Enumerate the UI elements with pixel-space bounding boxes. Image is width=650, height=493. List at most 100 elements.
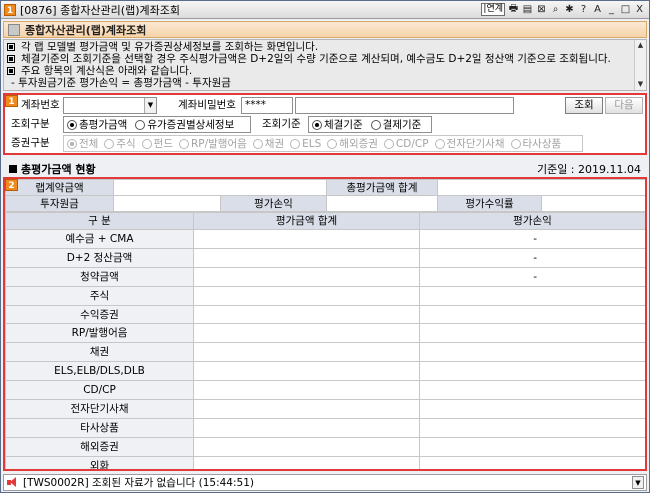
radio-selected-icon[interactable] [67, 138, 77, 149]
basis-settle[interactable]: 결제기준 [370, 117, 421, 132]
info-line: 각 랩 모델별 평가금액 및 유가증권상세정보를 조회하는 화면입니다. [7, 41, 646, 53]
row-pl [419, 285, 645, 306]
basis-radio-group: 체결기준 결제기준 [308, 116, 432, 133]
account-input[interactable]: ▼ [63, 97, 157, 114]
table-row[interactable]: CD/CP [5, 380, 645, 401]
total-eval-sum-label: 총평가금액 합계 [326, 179, 438, 196]
radio-icon[interactable] [383, 138, 394, 149]
screen-icon[interactable]: ⊠ [536, 4, 547, 15]
view-type-detail[interactable]: 유가증권별상세정보 [135, 117, 234, 132]
column-header-pl: 평가손익 [419, 212, 645, 230]
row-pl [419, 436, 645, 457]
row-label: 타사상품 [5, 417, 194, 438]
radio-icon[interactable] [370, 119, 381, 130]
security-type-other[interactable]: 타사상품 [510, 136, 561, 151]
security-type-bond[interactable]: 채권 [252, 136, 284, 151]
save-icon[interactable]: ▤ [522, 4, 533, 15]
security-type-all[interactable]: 전체 [67, 136, 98, 151]
security-type-foreign[interactable]: 해외증권 [327, 136, 378, 151]
security-type-cdcp[interactable]: CD/CP [383, 138, 429, 150]
row-label: 주식 [5, 285, 194, 306]
row-label: 청약금액 [5, 266, 194, 287]
radio-icon[interactable] [141, 138, 152, 149]
asset-grid: 구 분 평가금액 합계 평가손익 예수금 + CMA - D+2 정산금액 - 청약금액… [5, 212, 645, 469]
table-row[interactable]: 채권 [5, 342, 645, 363]
row-label: 외화 [5, 455, 194, 469]
row-amount [193, 304, 420, 325]
radio-icon[interactable] [327, 138, 338, 149]
search-icon[interactable]: ⌕ [550, 4, 561, 15]
next-button[interactable]: 다음 [605, 97, 643, 114]
table-row[interactable]: RP/발행어음 [5, 323, 645, 344]
chevron-down-icon[interactable]: ▼ [632, 476, 644, 489]
table-row[interactable]: 외화 [5, 455, 645, 469]
row-pl [419, 380, 645, 401]
close-icon[interactable]: X [634, 4, 645, 15]
table-row[interactable]: 수익증권 [5, 304, 645, 325]
view-type-total[interactable]: 총평가금액 [67, 117, 127, 132]
row-amount [193, 455, 420, 469]
section-badge: 2 [5, 179, 18, 191]
status-message: [TWS0002R] 조회된 자료가 없습니다 (15:44:51) [23, 477, 254, 489]
security-type-fund[interactable]: 펀드 [141, 136, 173, 151]
row-amount [193, 417, 420, 438]
radio-selected-icon[interactable] [312, 119, 322, 130]
security-type-rp[interactable]: RP/발행어음 [178, 136, 247, 151]
radio-icon[interactable] [135, 119, 146, 130]
grid-header-row: 구 분 평가금액 합계 평가손익 [5, 212, 645, 230]
bullet-icon [7, 55, 15, 63]
screen-number-badge: 1 [4, 3, 16, 16]
security-type-els[interactable]: ELS [290, 138, 321, 150]
pin-icon[interactable]: ✱ [564, 4, 575, 15]
radio-icon[interactable] [434, 138, 445, 149]
basis-label: 조회기준 [262, 118, 301, 130]
scroll-up-icon[interactable]: ▲ [635, 40, 646, 51]
screen-header: 종합자산관리(랩)계좌조회 [3, 21, 647, 38]
password-input[interactable]: **** [241, 97, 293, 114]
minimize-icon[interactable]: _ [606, 4, 617, 15]
speaker-icon [7, 477, 19, 488]
basis-trade[interactable]: 체결기준 [312, 117, 363, 132]
screen-title: 종합자산관리(랩)계좌조회 [25, 23, 147, 37]
scroll-down-icon[interactable]: ▼ [635, 79, 646, 90]
info-line: 체결기준의 조회기준을 선택할 경우 주식평가금액은 D+2일의 수량 기준으로… [7, 53, 646, 65]
table-row[interactable]: D+2 정산금액 - [5, 247, 645, 268]
radio-icon[interactable] [252, 138, 263, 149]
radio-icon[interactable] [510, 138, 521, 149]
row-label: D+2 정산금액 [5, 247, 194, 268]
help-icon[interactable]: ? [578, 4, 589, 15]
row-pl [419, 304, 645, 325]
security-type-stock[interactable]: 주식 [104, 136, 136, 151]
maximize-icon[interactable]: □ [620, 4, 631, 15]
print-icon[interactable]: 🖶 [508, 1, 519, 18]
search-button[interactable]: 조회 [565, 97, 603, 114]
radio-icon[interactable] [104, 138, 115, 149]
radio-icon[interactable] [178, 138, 189, 149]
table-row[interactable]: 예수금 + CMA - [5, 229, 645, 249]
bullet-icon [7, 67, 15, 75]
row-label: 전자단기사채 [5, 399, 194, 419]
password-label: 계좌비밀번호 [178, 99, 236, 111]
security-type-short-bond[interactable]: 전자단기사채 [434, 136, 505, 151]
security-type-label: 증권구분 [11, 137, 50, 149]
row-label: 채권 [5, 342, 194, 363]
table-row[interactable]: 청약금액 - [5, 266, 645, 287]
table-row[interactable]: ELS,ELB/DLS,DLB [5, 361, 645, 382]
radio-icon[interactable] [290, 138, 301, 149]
row-amount [193, 229, 420, 249]
row-pl: - [419, 266, 645, 287]
view-type-label: 조회구분 [11, 118, 50, 130]
radio-selected-icon[interactable] [67, 119, 77, 130]
table-row[interactable]: 전자단기사채 [5, 399, 645, 419]
row-pl [419, 323, 645, 344]
table-row[interactable]: 타사상품 [5, 417, 645, 438]
link-button[interactable]: |연계 [481, 3, 505, 16]
square-bullet-icon [9, 165, 17, 173]
summary-table: 랩계약금액 총평가금액 합계 [5, 179, 645, 196]
info-scrollbar[interactable]: ▲ ▼ [634, 40, 646, 90]
font-size-icon[interactable]: A [592, 4, 603, 15]
table-row[interactable]: 주식 [5, 285, 645, 306]
row-label: RP/발행어음 [5, 323, 194, 344]
table-row[interactable]: 해외증권 [5, 436, 645, 457]
chevron-down-icon[interactable]: ▼ [144, 98, 156, 113]
